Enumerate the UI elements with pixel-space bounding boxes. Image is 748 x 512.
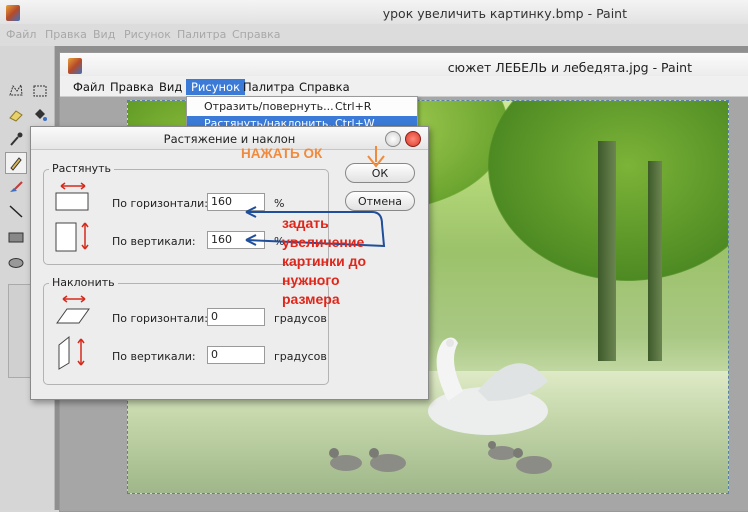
stretch-vertical-label: По вертикали: — [112, 235, 196, 248]
inner-menu-help[interactable]: Справка — [294, 79, 355, 95]
outer-menubar: Файл Правка Вид Рисунок Палитра Справка — [0, 24, 748, 46]
outer-menu-file[interactable]: Файл — [6, 28, 36, 41]
skew-vertical-label: По вертикали: — [112, 350, 196, 363]
outer-menu-edit[interactable]: Правка — [45, 28, 87, 41]
eyedropper-icon[interactable] — [5, 128, 27, 150]
ellipse-icon[interactable] — [5, 252, 27, 274]
tree-trunk-2 — [648, 161, 662, 361]
instruction-line-1: задать — [282, 215, 329, 231]
skew-vertical-preview-icon — [58, 335, 85, 370]
fill-icon[interactable] — [29, 104, 51, 126]
skew-vertical-input[interactable]: 0 — [207, 346, 265, 364]
close-icon[interactable] — [405, 131, 421, 147]
outer-menu-palette[interactable]: Палитра — [177, 28, 226, 41]
rectangle-icon[interactable] — [5, 226, 27, 248]
inner-titlebar: сюжет ЛЕБЕЛЬ и лебедята.jpg - Paint — [60, 53, 748, 76]
stretch-vertical-preview-icon — [55, 222, 89, 252]
select-icon[interactable] — [29, 80, 51, 102]
skew-horizontal-label: По горизонтали: — [112, 312, 208, 325]
menu-item-flip-rotate[interactable]: Отразить/повернуть... Ctrl+R — [187, 99, 417, 114]
free-select-icon[interactable] — [5, 80, 27, 102]
instruction-line-5: размера — [282, 291, 340, 307]
stretch-group-label: Растянуть — [49, 162, 115, 175]
press-ok-annotation: НАЖАТЬ ОК — [241, 146, 323, 161]
tree-trunk-1 — [598, 141, 616, 361]
inner-menubar: Файл Правка Вид Рисунок Палитра Справка — [60, 76, 748, 97]
outer-menu-help[interactable]: Справка — [232, 28, 280, 41]
inner-menu-edit[interactable]: Правка — [105, 79, 159, 95]
menu-item-flip-rotate-label: Отразить/повернуть... — [204, 100, 334, 113]
stretch-horizontal-preview-icon — [55, 182, 89, 211]
instruction-line-4: нужного — [282, 272, 340, 288]
image-menu-dropdown: Отразить/повернуть... Ctrl+R Растянуть/н… — [186, 96, 418, 131]
stretch-horizontal-label: По горизонтали: — [112, 197, 208, 210]
outer-titlebar: урок увеличить картинку.bmp - Paint — [0, 0, 748, 25]
eraser-icon[interactable] — [5, 104, 27, 126]
skew-vertical-unit: градусов — [274, 350, 327, 363]
outer-window-title: урок увеличить картинку.bmp - Paint — [382, 6, 627, 21]
brush-icon[interactable] — [5, 176, 27, 198]
skew-horizontal-preview-icon — [56, 295, 90, 324]
pencil-icon[interactable] — [5, 152, 27, 174]
instruction-line-2: увеличение — [282, 234, 365, 250]
inner-menu-palette[interactable]: Палитра — [238, 79, 300, 95]
inner-menu-image[interactable]: Рисунок — [186, 79, 246, 95]
swan-icon — [428, 337, 548, 435]
cygnets-icon — [329, 441, 552, 474]
line-icon[interactable] — [5, 200, 27, 222]
menu-item-flip-rotate-shortcut: Ctrl+R — [335, 100, 372, 113]
skew-group-label: Наклонить — [49, 276, 118, 289]
outer-menu-view[interactable]: Вид — [93, 28, 115, 41]
skew-horizontal-input[interactable]: 0 — [207, 308, 265, 326]
skew-horizontal-unit: градусов — [274, 312, 327, 325]
cursor-arrow-icon — [367, 146, 385, 168]
outer-menu-image[interactable]: Рисунок — [124, 28, 171, 41]
inner-menu-file[interactable]: Файл — [68, 79, 110, 95]
inner-menu-view[interactable]: Вид — [154, 79, 187, 95]
instruction-line-3: картинки до — [282, 253, 367, 269]
